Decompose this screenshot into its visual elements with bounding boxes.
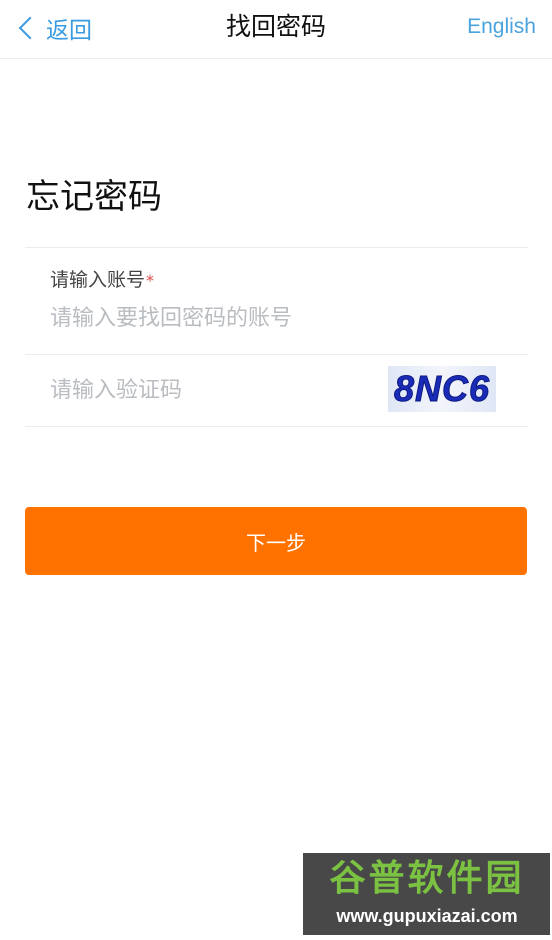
navigation-bar: 返回 找回密码 English: [0, 0, 552, 59]
captcha-input[interactable]: [48, 372, 372, 408]
next-step-button[interactable]: 下一步: [25, 507, 527, 575]
watermark-url: www.gupuxiazai.com: [336, 906, 518, 926]
account-input[interactable]: [48, 300, 492, 336]
watermark-title: 谷普软件园: [329, 858, 525, 899]
divider: [25, 354, 528, 355]
account-field-label: 请输入账号*: [50, 266, 154, 295]
language-switch-link[interactable]: English: [467, 12, 536, 42]
watermark-logo: 谷普软件园 www.gupuxiazai.com: [303, 853, 550, 935]
required-marker: *: [146, 271, 155, 290]
account-label-text: 请输入账号: [50, 269, 146, 291]
divider: [25, 247, 528, 248]
captcha-code: 8NC6: [394, 368, 490, 409]
captcha-image[interactable]: 8NC6: [388, 366, 496, 412]
section-heading: 忘记密码: [26, 177, 162, 217]
divider: [25, 426, 528, 427]
